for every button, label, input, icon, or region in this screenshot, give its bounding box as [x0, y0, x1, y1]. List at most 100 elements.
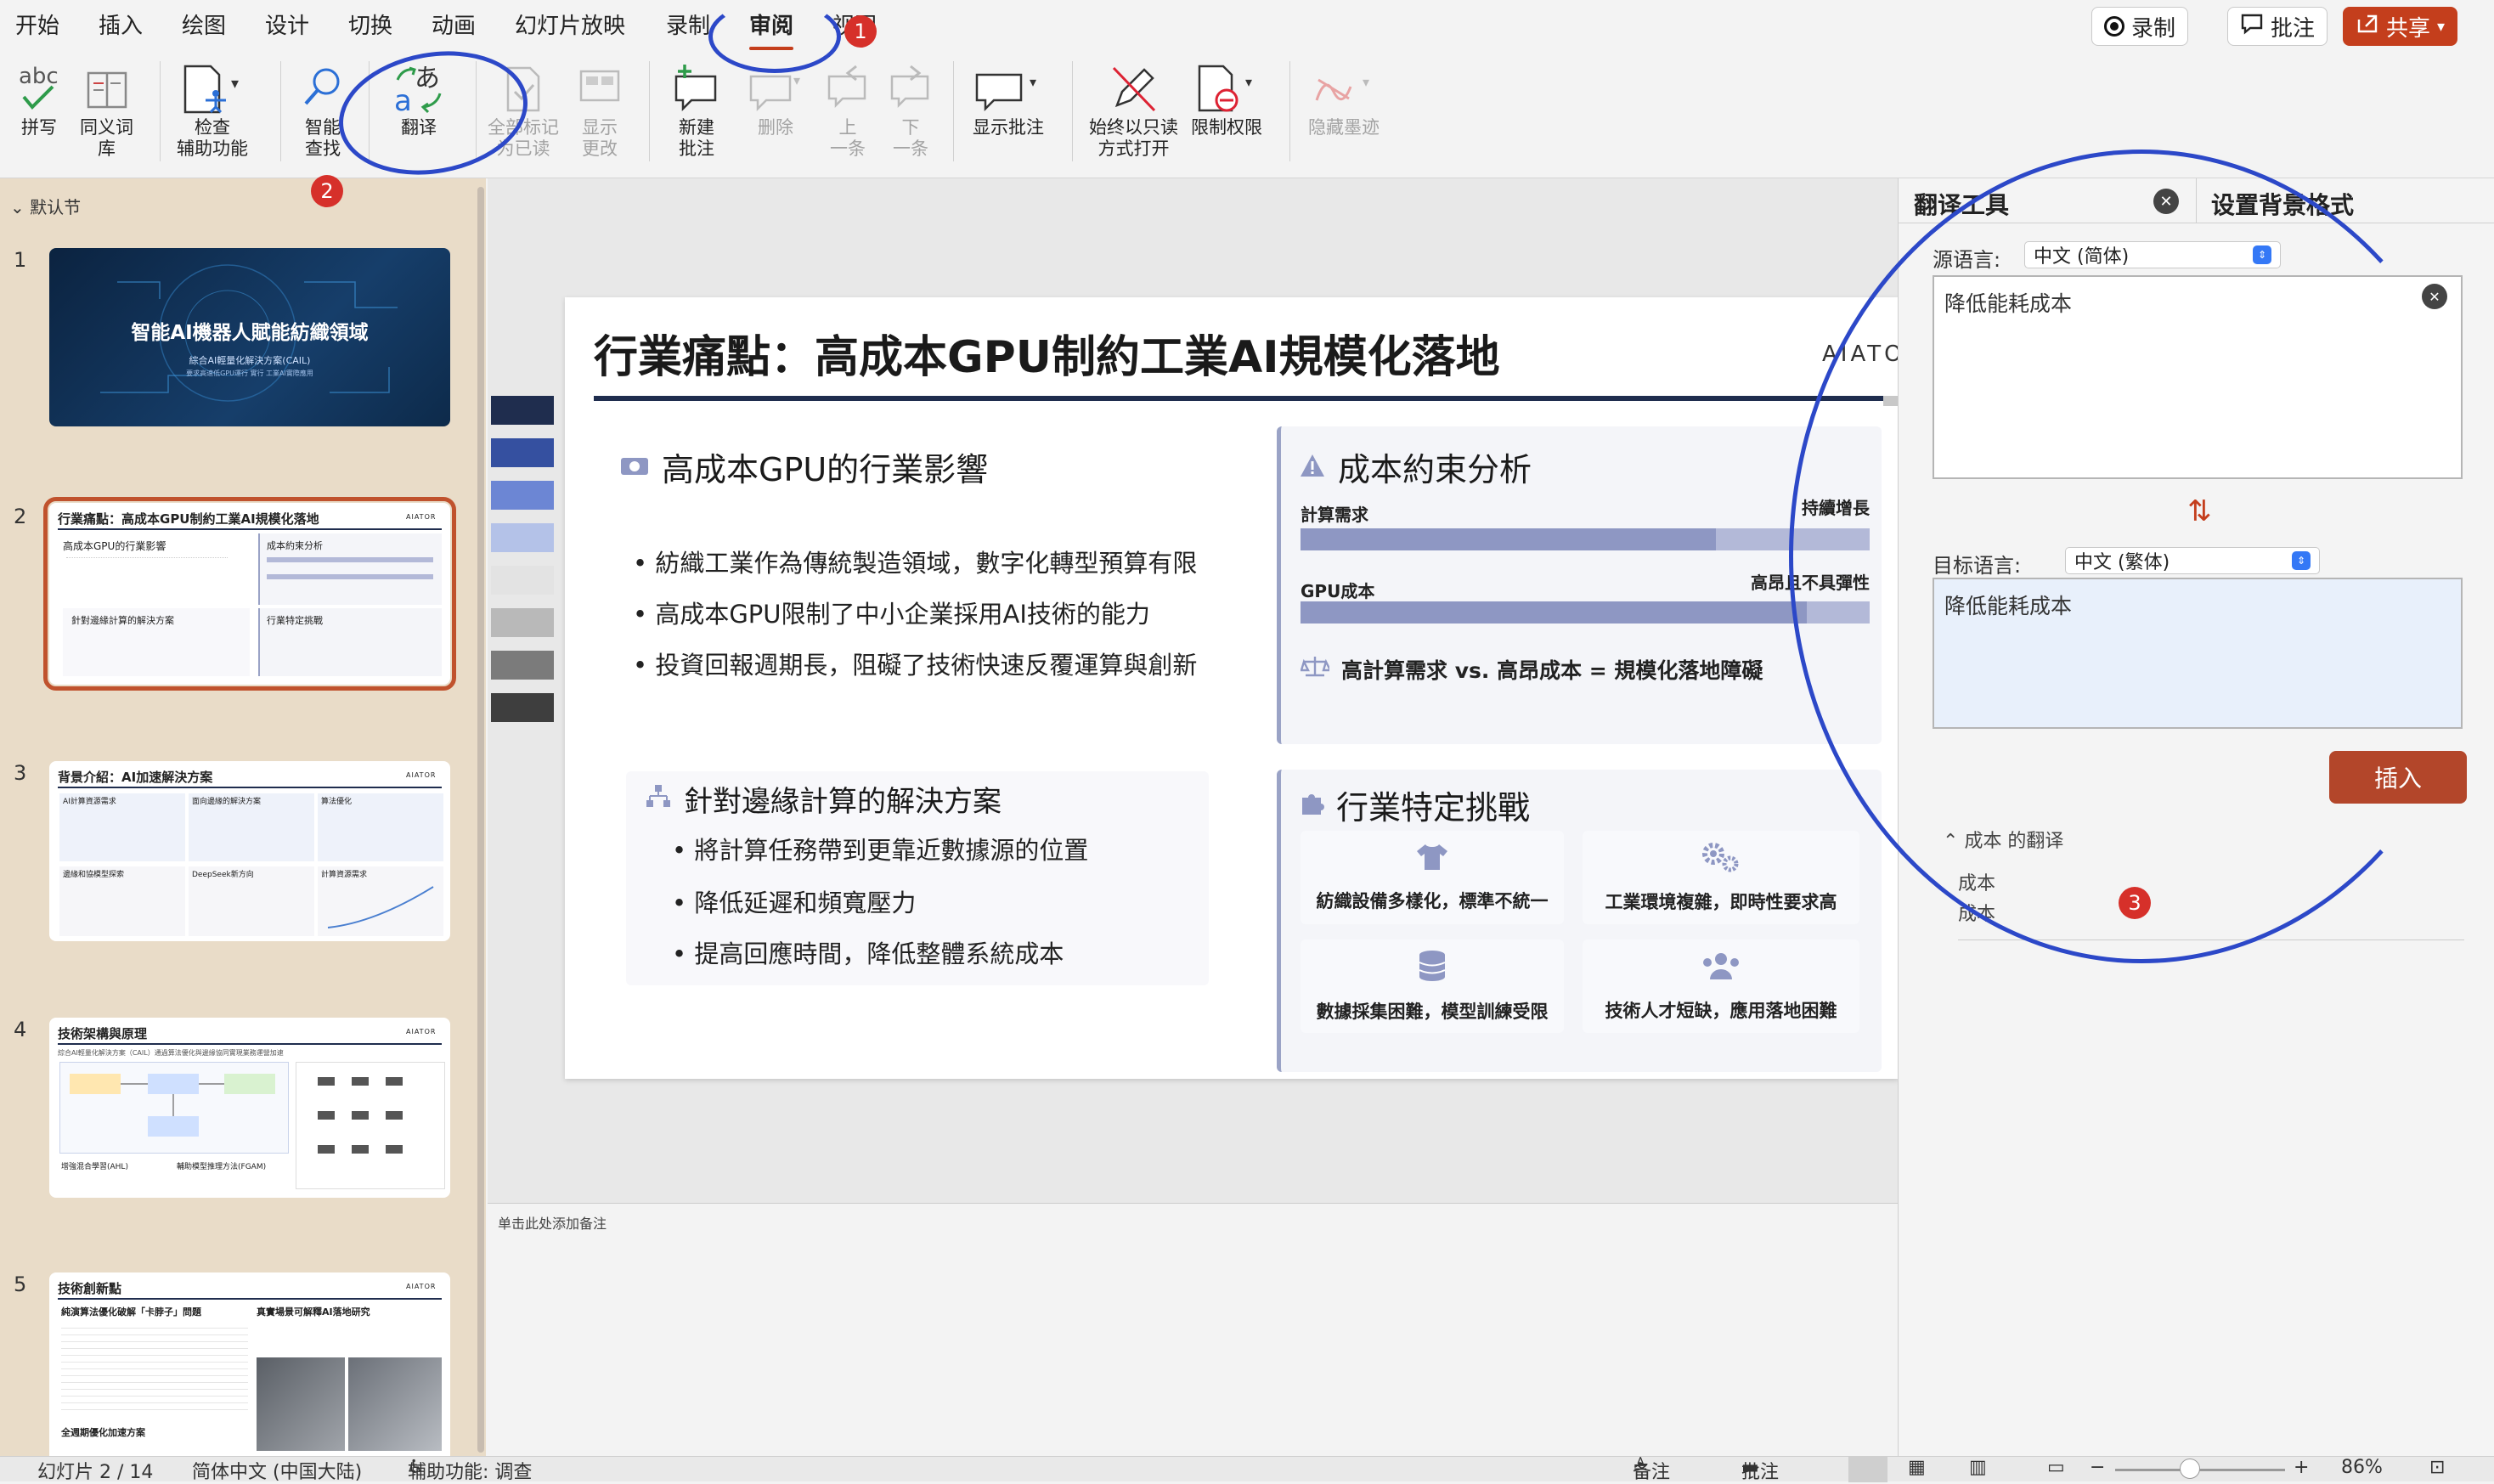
slide-number: 1	[14, 248, 27, 272]
fit-slide-icon[interactable]: ⊡	[2429, 1457, 2445, 1478]
show-changes-icon	[579, 70, 620, 102]
compute-label: 計算需求	[1301, 505, 1368, 525]
edge-bullet[interactable]: • 提高回應時間，降低整體系統成本	[672, 934, 1064, 970]
tab-record[interactable]: 录制	[666, 8, 710, 40]
edge-heading: 針對邊緣計算的解決方案	[645, 778, 1002, 820]
challenge-cell[interactable]: 技術人才短缺，應用落地困難	[1583, 939, 1859, 1033]
ribbon-tab-bar: 开始 插入 绘图 设计 切换 动画 幻灯片放映 录制 审阅 视图 录制 批注 共…	[0, 0, 2494, 53]
impact-bullet[interactable]: • 高成本GPU限制了中小企業採用AI技術的能力	[633, 595, 1150, 630]
notes-pane[interactable]: 单击此处添加备注	[488, 1203, 1898, 1456]
svg-text:abc: abc	[19, 64, 59, 89]
compute-bar	[1301, 528, 1870, 550]
color-swatch	[491, 566, 554, 595]
tab-animations[interactable]: 动画	[432, 8, 476, 40]
svg-text:▾: ▾	[231, 75, 239, 93]
current-slide[interactable]: 行業痛點：高成本GPU制約工業AI規模化落地 AIATOR 高成本GPU的行業影…	[565, 297, 1899, 1079]
color-swatch	[491, 651, 554, 680]
show-changes-button[interactable]: 显示 更改	[576, 61, 624, 160]
svg-text:▾: ▾	[1030, 74, 1036, 90]
zoom-level[interactable]: 86%	[2341, 1457, 2383, 1478]
gpu-label: GPU成本	[1301, 581, 1375, 601]
slide-title[interactable]: 行業痛點：高成本GPU制約工業AI規模化落地	[594, 321, 1500, 385]
slide-number: 2	[14, 505, 27, 528]
next-comment-button[interactable]: 下 一条	[887, 61, 934, 160]
clear-icon[interactable]: ✕	[2422, 284, 2447, 309]
comment-icon	[2240, 13, 2264, 41]
new-comment-icon	[674, 65, 717, 112]
show-comments-button[interactable]: ▾ 显示批注	[972, 61, 1045, 138]
zoom-slider[interactable]	[2115, 1469, 2285, 1471]
color-swatch	[491, 693, 554, 722]
tab-home[interactable]: 开始	[15, 8, 59, 40]
share-icon	[2356, 13, 2379, 41]
impact-bullet[interactable]: • 紡織工業作為傳統製造領域，數字化轉型預算有限	[633, 544, 1197, 579]
normal-view-icon[interactable]	[1848, 1457, 1887, 1482]
challenge-cell[interactable]: 工業環境複雜，即時性要求高	[1583, 831, 1859, 924]
spelling-button[interactable]: abc 拼写	[15, 61, 63, 138]
record-button[interactable]: 录制	[2091, 7, 2189, 46]
language-indicator[interactable]: 简体中文 (中国大陆)	[192, 1457, 362, 1484]
color-swatch	[491, 396, 554, 425]
annotation-badge: 3	[2119, 887, 2151, 919]
slideshow-icon[interactable]: ▭	[2047, 1457, 2065, 1478]
tab-design[interactable]: 设计	[265, 8, 309, 40]
edge-bullet[interactable]: • 降低延遲和頻寬壓力	[672, 883, 916, 919]
svg-text:▾: ▾	[1245, 74, 1252, 90]
challenge-cell[interactable]: 數據採集困難，模型訓練受限	[1301, 939, 1564, 1033]
tab-slideshow[interactable]: 幻灯片放映	[515, 8, 625, 40]
edge-bullet[interactable]: • 將計算任務帶到更靠近數據源的位置	[672, 831, 1088, 866]
thumbnail-scrollbar[interactable]	[477, 187, 484, 1453]
comment-button[interactable]: 批注	[2227, 7, 2328, 46]
accessibility-icon: ▾	[183, 65, 239, 114]
color-swatch	[491, 481, 554, 510]
challenge-cell[interactable]: 紡織設備多樣化，標準不統一	[1301, 831, 1564, 924]
network-icon	[645, 782, 672, 816]
slide-thumbnail-2[interactable]: 行業痛點：高成本GPU制約工業AI規模化落地 AIATOR 高成本GPU的行業影…	[43, 497, 456, 691]
tab-transitions[interactable]: 切换	[348, 8, 392, 40]
spellcheck-icon: abc	[19, 64, 59, 110]
slide-counter: 幻灯片 2 / 14	[37, 1462, 154, 1483]
slide-thumbnail-5[interactable]: 技術創新點 AIATOR 純演算法優化破解「卡脖子」問題 真實場景可解釋AI落地…	[49, 1272, 450, 1456]
challenge-heading: 行業特定挑戰	[1299, 781, 1530, 828]
color-swatch	[491, 523, 554, 552]
slide-number: 3	[14, 761, 27, 785]
compute-bar-fill	[1301, 528, 1717, 550]
tab-draw[interactable]: 绘图	[182, 8, 226, 40]
puzzle-icon	[1299, 787, 1324, 824]
cost-heading: 成本約束分析	[1299, 443, 1532, 490]
hide-ink-button[interactable]: ▾ 隐藏墨迹	[1308, 61, 1380, 138]
impact-bullet[interactable]: • 投資回報週期長，阻礙了技術快速反覆運算與創新	[633, 646, 1197, 681]
new-comment-button[interactable]: 新建 批注	[671, 61, 722, 160]
color-swatch	[491, 438, 554, 467]
share-button[interactable]: 共享 ▾	[2343, 7, 2458, 46]
reading-view-icon[interactable]: ▥	[1969, 1457, 1987, 1478]
cost-conclusion[interactable]: 高計算需求 vs. 高昂成本 = 規模化落地障礙	[1300, 654, 1763, 685]
money-icon	[619, 449, 650, 486]
slide-thumbnail-3[interactable]: 背景介紹：AI加速解決方案 AIATOR AI計算資源需求 面向邊緣的解決方案 …	[49, 761, 450, 941]
slide-thumbnail-4[interactable]: 技術架構與原理 AIATOR 綜合AI輕量化解決方案（CAIL）通過算法優化與邊…	[49, 1018, 450, 1198]
thesaurus-icon	[87, 71, 127, 109]
smart-lookup-button[interactable]: 智能 查找	[299, 61, 347, 160]
gpu-bar-fill	[1301, 601, 1808, 624]
section-header[interactable]: ⌄ 默认节	[10, 194, 81, 218]
slide-thumbnail-1[interactable]: 智能AI機器人賦能紡織領域 綜合AI輕量化解決方案(CAIL) 要求高速低GPU…	[49, 248, 450, 426]
check-accessibility-button[interactable]: ▾ 检查 辅助功能	[177, 61, 248, 160]
comments-icon: ▾	[975, 73, 1036, 112]
impact-heading[interactable]: 高成本GPU的行業影響	[619, 443, 988, 490]
gears-icon	[1701, 842, 1741, 877]
always-open-readonly-button[interactable]: 始终以只读 方式打开	[1089, 61, 1178, 160]
tab-insert[interactable]: 插入	[99, 8, 143, 40]
search-icon	[304, 68, 340, 105]
slide-sorter-icon[interactable]: ▦	[1908, 1457, 1926, 1478]
zoom-slider-thumb[interactable]	[2180, 1459, 2200, 1479]
restrict-access-button[interactable]: ▾ 限制权限	[1191, 61, 1262, 138]
thesaurus-button[interactable]: 同义词 库	[80, 61, 133, 160]
zoom-in-icon[interactable]: +	[2294, 1457, 2309, 1478]
annotation-badge: 2	[311, 175, 343, 207]
previous-comment-button[interactable]: 上 一条	[824, 61, 872, 160]
slide-number: 5	[14, 1272, 27, 1296]
record-icon	[2104, 16, 2124, 37]
zoom-out-icon[interactable]: −	[2090, 1457, 2105, 1478]
gpu-bar	[1301, 601, 1870, 624]
annotation-ring	[708, 0, 841, 73]
